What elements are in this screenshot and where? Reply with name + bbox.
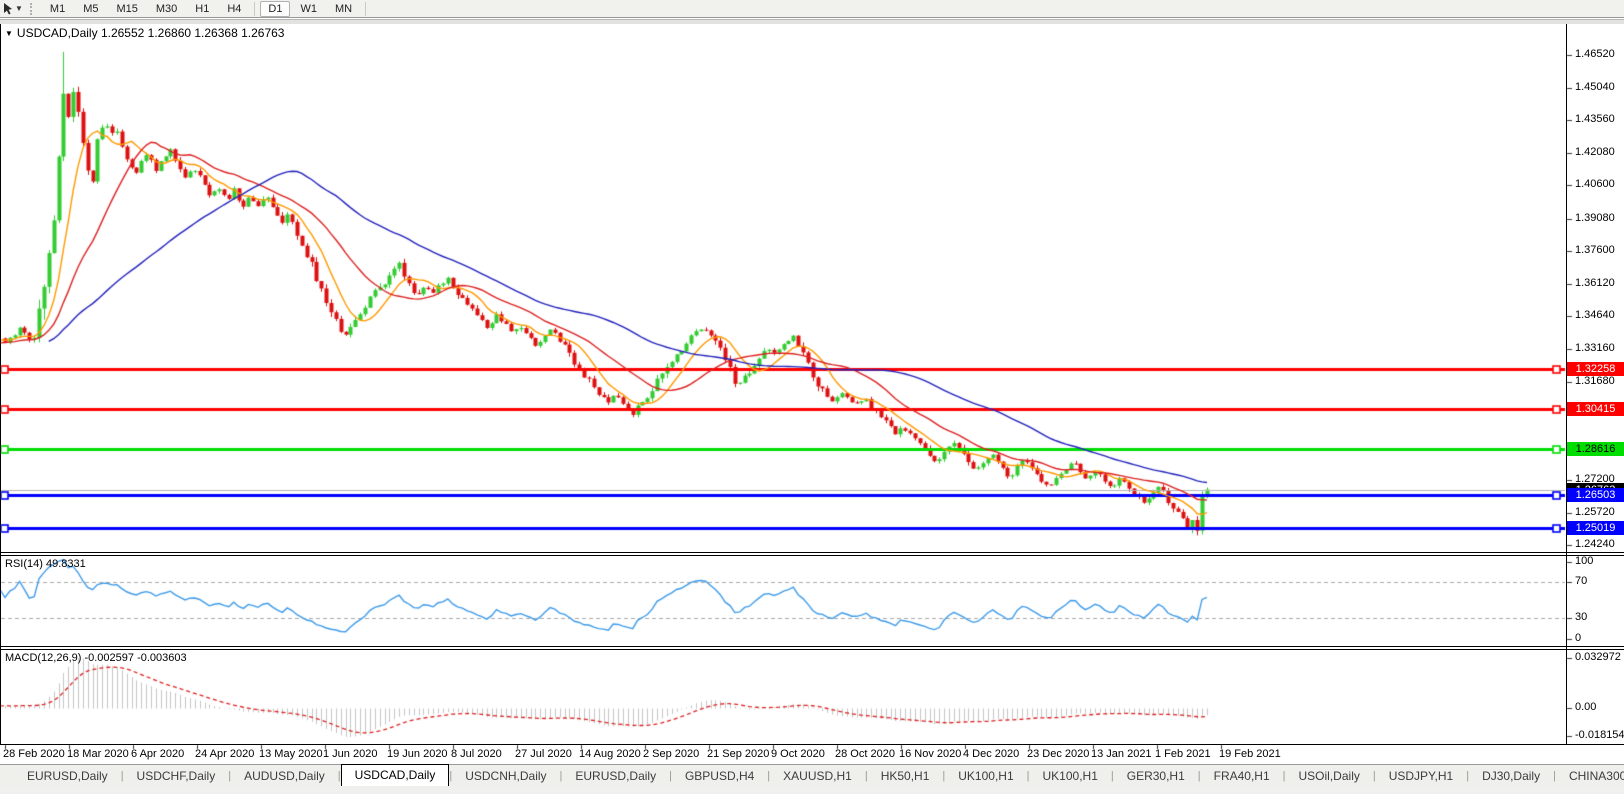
chart-tab-china300-h1[interactable]: CHINA300,H1 xyxy=(1556,767,1624,785)
macd-pane-top-border[interactable] xyxy=(0,649,1624,650)
chart-tab-dj30-daily[interactable]: DJ30,Daily xyxy=(1469,767,1553,785)
date-label: 1 Jun 2020 xyxy=(323,748,378,760)
level-price-badge: 1.25019 xyxy=(1567,520,1624,535)
timeframe-w1-button[interactable]: W1 xyxy=(292,1,325,17)
macd-tick: -0.018154 xyxy=(1575,728,1624,741)
date-label: 6 Apr 2020 xyxy=(131,748,185,760)
price-tick: 1.42080 xyxy=(1575,145,1615,158)
chart-tab-fra40-h1[interactable]: FRA40,H1 xyxy=(1201,767,1283,785)
price-tick: 1.33160 xyxy=(1575,342,1615,354)
date-label: 1 Feb 2021 xyxy=(1155,748,1211,760)
date-label: 19 Feb 2021 xyxy=(1219,748,1281,760)
chart-tab-uk100-h1[interactable]: UK100,H1 xyxy=(1030,767,1111,785)
date-label: 8 Jul 2020 xyxy=(451,748,502,760)
chart-tab-usdcnh-daily[interactable]: USDCNH,Daily xyxy=(452,767,559,785)
price-tick: 1.34640 xyxy=(1575,309,1615,322)
terminal-window: ▼ M1 M5 M15 M30 H1 H4 D1 W1 MN ▼ USDCAD,D… xyxy=(0,0,1624,794)
date-label: 9 Oct 2020 xyxy=(771,748,825,760)
timeframe-m5-button[interactable]: M5 xyxy=(75,1,106,17)
top-toolbar: ▼ M1 M5 M15 M30 H1 H4 D1 W1 MN xyxy=(0,0,1624,18)
date-label: 14 Aug 2020 xyxy=(579,748,641,760)
price-axis-border[interactable] xyxy=(1566,23,1567,744)
chart-tab-audusd-daily[interactable]: AUDUSD,Daily xyxy=(231,767,338,785)
chart-title: ▼ USDCAD,Daily 1.26552 1.26860 1.26368 1.… xyxy=(5,26,284,40)
rsi-pane-bottom-border[interactable] xyxy=(0,646,1624,647)
macd-tick: 0.032972 xyxy=(1575,651,1621,663)
rsi-pane-top-border[interactable] xyxy=(0,555,1624,556)
date-label: 28 Feb 2020 xyxy=(3,748,65,760)
price-tick: 1.31680 xyxy=(1575,374,1615,387)
level-price-badge: 1.32258 xyxy=(1567,361,1624,376)
chart-tab-gbpusd-h4[interactable]: GBPUSD,H4 xyxy=(672,767,767,785)
timeframe-m30-button[interactable]: M30 xyxy=(148,1,185,17)
price-tick: 1.37600 xyxy=(1575,244,1615,257)
toolbar-grip[interactable] xyxy=(29,2,35,15)
rsi-indicator-label: RSI(14) 49.8331 xyxy=(5,558,86,570)
rsi-tick: 0 xyxy=(1575,632,1582,644)
date-label: 19 Jun 2020 xyxy=(387,748,448,760)
level-price-badge: 1.28616 xyxy=(1567,441,1624,456)
chart-tab-bar: EURUSD,Daily | USDCHF,Daily | AUDUSD,Daily | U… xyxy=(0,764,1624,786)
date-label: 23 Dec 2020 xyxy=(1027,748,1090,760)
main-pane-bottom-border[interactable] xyxy=(0,552,1624,553)
date-label: 27 Jul 2020 xyxy=(515,748,572,760)
level-price-badge: 1.26503 xyxy=(1567,488,1624,503)
macd-indicator-label: MACD(12,26,9) -0.002597 -0.003603 xyxy=(5,652,187,664)
date-label: 24 Apr 2020 xyxy=(195,748,255,760)
price-tick: 1.36120 xyxy=(1575,276,1615,289)
chart-tab-xauusd-h1[interactable]: XAUUSD,H1 xyxy=(770,767,865,785)
macd-tick: 0.00 xyxy=(1575,701,1597,713)
date-label: 28 Oct 2020 xyxy=(835,748,895,760)
chart-tab-uk100-h1[interactable]: UK100,H1 xyxy=(945,767,1026,785)
chart-dropdown-icon[interactable]: ▼ xyxy=(5,29,13,38)
price-tick: 1.45040 xyxy=(1575,80,1615,93)
price-tick: 1.40600 xyxy=(1575,178,1615,191)
toolbar-separator xyxy=(365,1,367,16)
chart-left-border xyxy=(0,23,1,744)
toolbar-separator xyxy=(254,1,256,16)
timeframe-mn-button[interactable]: MN xyxy=(327,1,360,17)
rsi-tick: 70 xyxy=(1575,575,1588,587)
ohlc-values: 1.26552 1.26860 1.26368 1.26763 xyxy=(100,26,285,40)
chart-tab-ger30-h1[interactable]: GER30,H1 xyxy=(1114,767,1198,785)
chart-tab-eurusd-daily[interactable]: EURUSD,Daily xyxy=(14,767,121,785)
date-label: 4 Dec 2020 xyxy=(963,748,1020,760)
price-tick: 1.39080 xyxy=(1575,211,1615,224)
level-price-badge: 1.30415 xyxy=(1567,402,1624,417)
date-label: 21 Sep 2020 xyxy=(707,748,770,760)
chart-tab-usdcad-daily[interactable]: USDCAD,Daily xyxy=(340,764,450,786)
timeframe-h4-button[interactable]: H4 xyxy=(219,1,249,17)
macd-pane-bottom-border xyxy=(0,744,1624,745)
tool-dropdown-caret-icon[interactable]: ▼ xyxy=(15,4,23,13)
price-tick: 1.25720 xyxy=(1575,505,1615,518)
chart-tab-usoil-daily[interactable]: USOil,Daily xyxy=(1286,767,1373,785)
price-tick: 1.24240 xyxy=(1575,538,1615,551)
chart-tab-usdchf-daily[interactable]: USDCHF,Daily xyxy=(124,767,229,785)
price-tick: 1.46520 xyxy=(1575,48,1615,61)
date-label: 13 May 2020 xyxy=(259,748,323,760)
timeframe-d1-button[interactable]: D1 xyxy=(260,0,291,17)
chart-tab-usdjpy-h1[interactable]: USDJPY,H1 xyxy=(1376,767,1466,785)
chart-tab-eurusd-daily[interactable]: EURUSD,Daily xyxy=(562,767,669,785)
date-label: 18 Mar 2020 xyxy=(67,748,129,760)
date-label: 13 Jan 2021 xyxy=(1091,748,1152,760)
price-tick: 1.43560 xyxy=(1575,113,1615,126)
timeframe-h1-button[interactable]: H1 xyxy=(187,1,217,17)
price-chart-canvas[interactable] xyxy=(0,0,1624,794)
date-label: 16 Nov 2020 xyxy=(899,748,962,760)
timeframe-m15-button[interactable]: M15 xyxy=(108,1,145,17)
window-bottom-strip xyxy=(0,786,1624,794)
chart-tab-hk50-h1[interactable]: HK50,H1 xyxy=(868,767,943,785)
timeframe-m1-button[interactable]: M1 xyxy=(42,1,73,17)
cursor-tool-icon[interactable] xyxy=(3,2,14,15)
symbol-timeframe-label: USDCAD,Daily xyxy=(16,26,98,40)
date-label: 2 Sep 2020 xyxy=(643,748,700,760)
toolbar-gap xyxy=(0,19,1624,24)
chart-tabs: EURUSD,Daily | USDCHF,Daily | AUDUSD,Daily | U… xyxy=(14,764,1624,786)
rsi-tick: 30 xyxy=(1575,611,1588,623)
rsi-tick: 100 xyxy=(1575,555,1594,567)
